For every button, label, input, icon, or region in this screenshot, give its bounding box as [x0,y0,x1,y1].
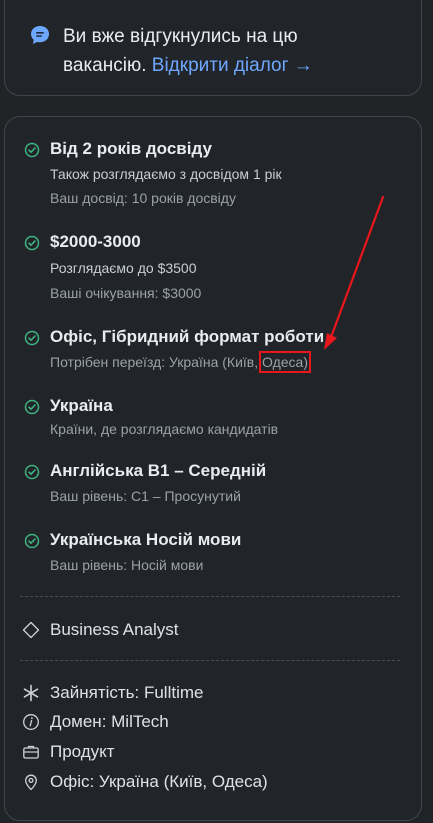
relocation-note: Потрібен переїзд: Україна (Київ, Одеса) [50,351,312,373]
role-label: Business Analyst [50,620,179,639]
requirement-note: Країни, де розглядаємо кандидатів [50,421,279,437]
check-circle-icon [24,399,40,415]
requirement-user-value: Ваш рівень: Носій мови [50,557,204,573]
briefcase-icon [23,745,39,759]
requirement-title: Англійська B1 – Середній [50,461,267,480]
chat-bubble-icon [31,26,49,44]
check-circle-icon [24,533,40,549]
detail-label: Офіс: Україна (Київ, Одеса) [50,772,268,791]
check-circle-icon [24,330,40,346]
detail-label: Продукт [50,742,115,761]
divider [20,660,400,661]
applied-banner: Ви вже відгукнулись на цю вакансію. Відк… [4,0,422,96]
requirement-title: Офіс, Гібридний формат роботи [50,327,325,346]
detail-label: Зайнятість: Fulltime [50,683,204,702]
detail-product: Продукт [22,741,402,765]
check-circle-icon [24,464,40,480]
requirement-note: Також розглядаємо з досвідом 1 рік [50,166,282,182]
check-circle-icon [24,142,40,158]
asterisk-icon [23,684,39,702]
detail-label: Домен: MilTech [50,712,169,731]
location-pin-icon [25,774,37,791]
requirement-user-value: Ваш досвід: 10 років досвіду [50,190,236,206]
diamond-icon [22,621,40,639]
check-circle-icon [24,235,40,251]
requirement-title: Українська Носій мови [50,530,242,549]
requirement-user-value: Ваш рівень: C1 – Просунутий [50,488,241,504]
requirement-title: Від 2 років досвіду [50,139,212,158]
relocation-prefix: Потрібен переїзд: Україна (Київ, [50,354,259,370]
requirement-title: Україна [50,396,113,415]
detail-office: Офіс: Україна (Київ, Одеса) [22,771,402,795]
requirement-note: Розглядаємо до $3500 [50,260,197,276]
detail-employment: Зайнятість: Fulltime [22,682,402,706]
requirement-user-value: Ваші очікування: $3000 [50,285,202,301]
divider [20,596,400,597]
relocation-city-highlight: Одеса) [259,351,312,373]
requirement-title: $2000-3000 [50,232,141,251]
role-row: Business Analyst [22,619,402,643]
detail-domain: Домен: MilTech [22,711,402,735]
info-icon [23,714,39,730]
open-dialog-link[interactable]: Відкрити діалог → [152,55,313,76]
applied-message: Ви вже відгукнулись на цю вакансію. Відк… [63,22,383,80]
